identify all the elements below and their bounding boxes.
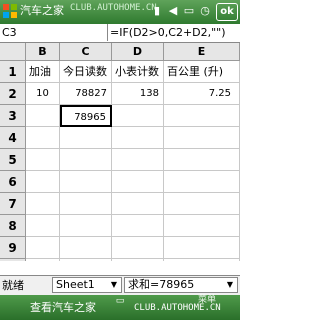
spreadsheet-grid[interactable]: B C D E 1 2 3 4 5 6 7 8 9 10 加油 今日读数 小表计… bbox=[0, 43, 240, 261]
cell-b7[interactable] bbox=[26, 193, 60, 215]
cell-d5[interactable] bbox=[112, 149, 164, 171]
formula-bar: C3 =IF(D2>0,C2+D2,"") bbox=[0, 24, 240, 43]
autocalc-value: 求和=78965 bbox=[128, 278, 195, 291]
cell-d8[interactable] bbox=[112, 215, 164, 237]
status-bar: 就绪 Sheet1 ▼ 求和=78965 ▼ bbox=[0, 275, 240, 295]
cell-b3[interactable] bbox=[26, 105, 60, 127]
cell-c5[interactable] bbox=[60, 149, 112, 171]
cell-c6[interactable] bbox=[60, 171, 112, 193]
row-header-9[interactable]: 9 bbox=[0, 237, 26, 259]
cell-c7[interactable] bbox=[60, 193, 112, 215]
cell-b9[interactable] bbox=[26, 237, 60, 259]
select-all-corner[interactable] bbox=[0, 43, 26, 61]
column-header-e[interactable]: E bbox=[164, 43, 240, 61]
title-bar: 汽车之家 CLUB.AUTOHOME.CN ▮ ◀ ▭ ◷ ok bbox=[0, 0, 240, 24]
windows-start-icon[interactable] bbox=[2, 3, 18, 19]
cell-e2[interactable]: 7.25 bbox=[164, 83, 240, 105]
cell-e4[interactable] bbox=[164, 127, 240, 149]
cell-b8[interactable] bbox=[26, 215, 60, 237]
row-header-6[interactable]: 6 bbox=[0, 171, 26, 193]
row-header-5[interactable]: 5 bbox=[0, 149, 26, 171]
sheet-selector[interactable]: Sheet1 ▼ bbox=[52, 277, 122, 293]
watermark-text: CLUB.AUTOHOME.CN bbox=[70, 3, 157, 13]
name-box[interactable]: C3 bbox=[0, 24, 108, 41]
cell-d2[interactable]: 138 bbox=[112, 83, 164, 105]
row-header-4[interactable]: 4 bbox=[0, 127, 26, 149]
cell-b10[interactable] bbox=[26, 259, 60, 261]
cell-e5[interactable] bbox=[164, 149, 240, 171]
formula-input[interactable]: =IF(D2>0,C2+D2,"") bbox=[110, 24, 240, 41]
cell-c3-selected[interactable]: 78965 bbox=[60, 105, 112, 127]
keyboard-icon[interactable]: ▭ bbox=[114, 296, 126, 306]
row-header-8[interactable]: 8 bbox=[0, 215, 26, 237]
cell-d7[interactable] bbox=[112, 193, 164, 215]
cell-b4[interactable] bbox=[26, 127, 60, 149]
row-header-7[interactable]: 7 bbox=[0, 193, 26, 215]
window-title: 汽车之家 bbox=[20, 4, 64, 17]
row-header-2[interactable]: 2 bbox=[0, 83, 26, 105]
cell-b2[interactable]: 10 bbox=[26, 83, 60, 105]
cell-d4[interactable] bbox=[112, 127, 164, 149]
cell-c8[interactable] bbox=[60, 215, 112, 237]
row-header-10[interactable]: 10 bbox=[0, 259, 26, 261]
cell-e9[interactable] bbox=[164, 237, 240, 259]
cell-c2[interactable]: 78827 bbox=[60, 83, 112, 105]
cell-d3[interactable] bbox=[112, 105, 164, 127]
cell-b5[interactable] bbox=[26, 149, 60, 171]
cell-e3[interactable] bbox=[164, 105, 240, 127]
cell-e8[interactable] bbox=[164, 215, 240, 237]
cell-d6[interactable] bbox=[112, 171, 164, 193]
column-header-d[interactable]: D bbox=[112, 43, 164, 61]
volume-icon[interactable]: ◀ bbox=[166, 4, 180, 18]
cell-d9[interactable] bbox=[112, 237, 164, 259]
menu-left-label[interactable]: 查看汽车之家 bbox=[30, 301, 96, 315]
cell-c9[interactable] bbox=[60, 237, 112, 259]
sheet-name: Sheet1 bbox=[56, 278, 95, 291]
menu-right-label[interactable]: 菜单 bbox=[198, 294, 216, 306]
cell-d10[interactable] bbox=[112, 259, 164, 261]
clock-icon[interactable]: ◷ bbox=[198, 4, 212, 18]
chevron-down-icon: ▼ bbox=[226, 280, 234, 289]
ok-button[interactable]: ok bbox=[216, 3, 238, 21]
bottom-menu-bar: 查看汽车之家 ▭ CLUB.AUTOHOME.CN 菜单 bbox=[0, 295, 240, 320]
column-header-b[interactable]: B bbox=[26, 43, 60, 61]
cell-b1[interactable]: 加油 bbox=[26, 61, 60, 83]
cell-e10[interactable] bbox=[164, 259, 240, 261]
column-header-c[interactable]: C bbox=[60, 43, 112, 61]
battery-icon[interactable]: ▭ bbox=[182, 4, 196, 18]
cell-e1[interactable]: 百公里 (升) bbox=[164, 61, 240, 83]
cell-c4[interactable] bbox=[60, 127, 112, 149]
chevron-down-icon: ▼ bbox=[110, 280, 118, 289]
row-header-1[interactable]: 1 bbox=[0, 61, 26, 83]
signal-icon[interactable]: ▮ bbox=[150, 4, 164, 18]
cell-c1[interactable]: 今日读数 bbox=[60, 61, 112, 83]
cell-c10[interactable] bbox=[60, 259, 112, 261]
row-header-3[interactable]: 3 bbox=[0, 105, 26, 127]
cell-b6[interactable] bbox=[26, 171, 60, 193]
status-label: 就绪 bbox=[2, 279, 24, 292]
cell-e7[interactable] bbox=[164, 193, 240, 215]
cell-d1[interactable]: 小表计数 bbox=[112, 61, 164, 83]
autocalc-selector[interactable]: 求和=78965 ▼ bbox=[124, 277, 238, 293]
cell-e6[interactable] bbox=[164, 171, 240, 193]
